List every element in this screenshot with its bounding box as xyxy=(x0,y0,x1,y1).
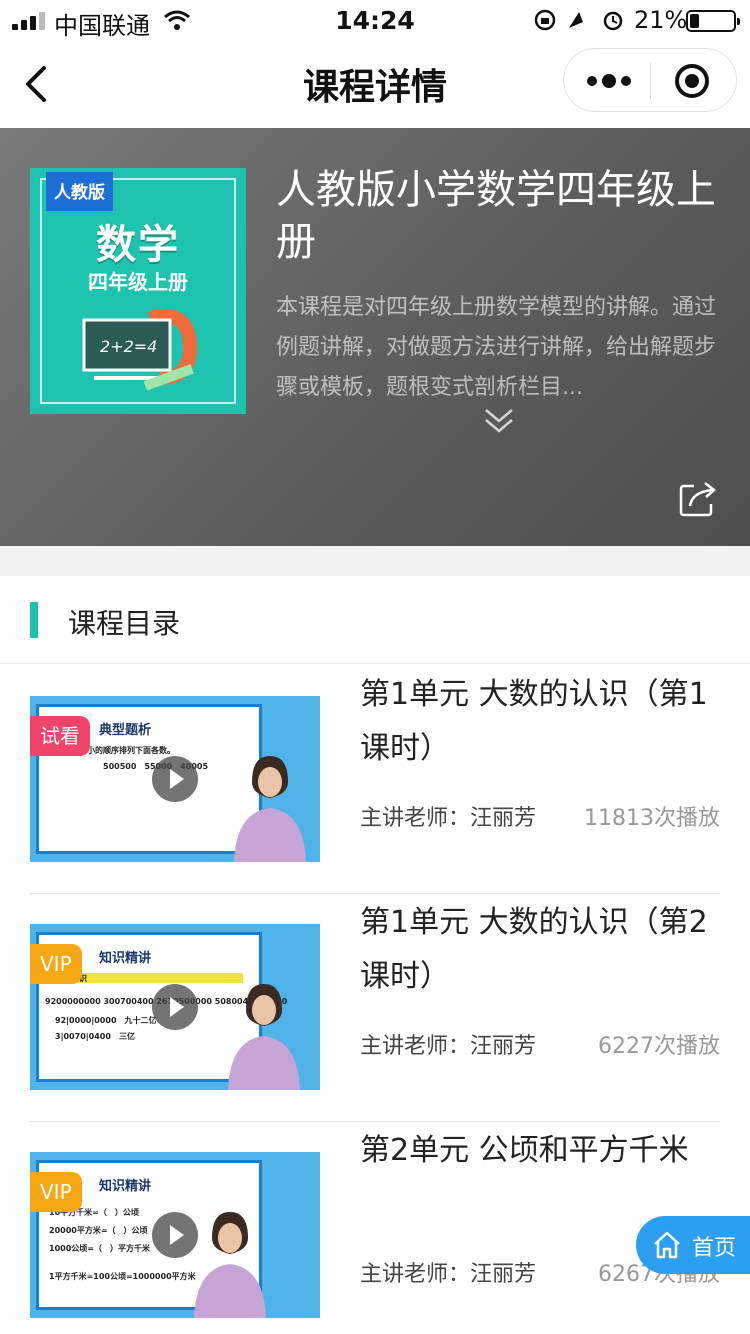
course-cover: 人教版 数学 四年级上册 2+2=4 xyxy=(30,168,246,414)
thumb-line: 20000平方米=（ ）公顷 xyxy=(49,1226,148,1235)
catalog-header: 课程目录 xyxy=(0,576,750,664)
catalog-title: 课程目录 xyxy=(68,607,181,640)
play-icon[interactable] xyxy=(152,756,198,802)
section-gap xyxy=(0,546,750,576)
teacher-image xyxy=(194,1212,266,1318)
home-button-label: 首页 xyxy=(692,1236,737,1261)
vip-badge: VIP xyxy=(30,1172,82,1212)
thumb-line: 1000公顷=（ ）平方千米 xyxy=(49,1244,150,1253)
thumb-line: 92|0000|0000 九十二亿 xyxy=(55,1016,157,1025)
cover-grade: 四年级上册 xyxy=(88,270,188,294)
expand-chevron-icon[interactable] xyxy=(482,404,516,438)
cover-subject: 数学 xyxy=(96,222,180,268)
home-icon xyxy=(654,1231,680,1259)
teacher-image xyxy=(234,756,306,862)
course-title: 人教版小学数学四年级上册 xyxy=(276,167,716,265)
course-description: 本课程是对四年级上册数学模型的讲解。通过例题讲解，对做题方法进行讲解，给出解题步… xyxy=(276,295,717,400)
status-bar: 中国联通 14:24 21% xyxy=(0,0,750,40)
thumb-board-title: 知识精讲 xyxy=(99,951,152,966)
lesson-thumbnail[interactable]: 知识精讲 10平方千米=（ ）公顷 20000平方米=（ ）公顷 1000公顷=… xyxy=(30,1152,320,1318)
lesson-play-count: 6227次播放 xyxy=(598,1034,720,1059)
lesson-item[interactable]: 知识精讲 10平方千米=（ ）公顷 20000平方米=（ ）公顷 1000公顷=… xyxy=(30,1122,720,1334)
share-icon[interactable] xyxy=(678,478,718,518)
course-hero: 人教版 数学 四年级上册 2+2=4 人教版小学数学四年级上册 本课程是对四年级… xyxy=(0,128,750,546)
target-icon[interactable] xyxy=(674,63,710,99)
lesson-title[interactable]: 第1单元 大数的认识（第1课时） xyxy=(360,668,722,776)
lesson-play-count: 11813次播放 xyxy=(584,806,720,831)
play-icon[interactable] xyxy=(152,984,198,1030)
thumb-board-title: 知识精讲 xyxy=(99,1179,152,1194)
status-icons xyxy=(534,9,623,31)
lesson-item[interactable]: 典型题析 从大到小的顺序排列下面各数。 500500 55000 40005 试… xyxy=(30,666,720,894)
vip-badge: VIP xyxy=(30,944,82,984)
capsule-menu xyxy=(563,48,737,112)
blackboard-illustration: 2+2=4 xyxy=(82,309,198,391)
section-accent-bar xyxy=(30,602,38,638)
blackboard-text: 2+2=4 xyxy=(100,337,157,356)
thumb-board-title: 典型题析 xyxy=(99,723,152,738)
thumb-line: 3|0070|0400 三亿 xyxy=(55,1032,135,1041)
nav-bar: 课程详情 xyxy=(0,40,750,128)
lesson-thumbnail[interactable]: 典型题析 从大到小的顺序排列下面各数。 500500 55000 40005 试… xyxy=(30,696,320,862)
play-icon[interactable] xyxy=(152,1212,198,1258)
capsule-divider xyxy=(650,63,651,99)
thumb-line: 1平方千米=100公顷=1000000平方米 xyxy=(49,1272,196,1281)
home-button[interactable]: 首页 xyxy=(636,1216,750,1274)
lesson-title[interactable]: 第1单元 大数的认识（第2课时） xyxy=(360,896,722,1004)
lesson-thumbnail[interactable]: 知识精讲 的认识 9200000000 300700400 2670500000… xyxy=(30,924,320,1090)
trial-badge: 试看 xyxy=(30,716,90,756)
battery-icon xyxy=(686,10,740,32)
lesson-item[interactable]: 知识精讲 的认识 9200000000 300700400 2670500000… xyxy=(30,894,720,1122)
more-icon[interactable] xyxy=(586,71,632,91)
battery-percent: 21% xyxy=(634,6,688,34)
teacher-image xyxy=(228,984,300,1090)
cover-tag: 人教版 xyxy=(46,172,113,211)
